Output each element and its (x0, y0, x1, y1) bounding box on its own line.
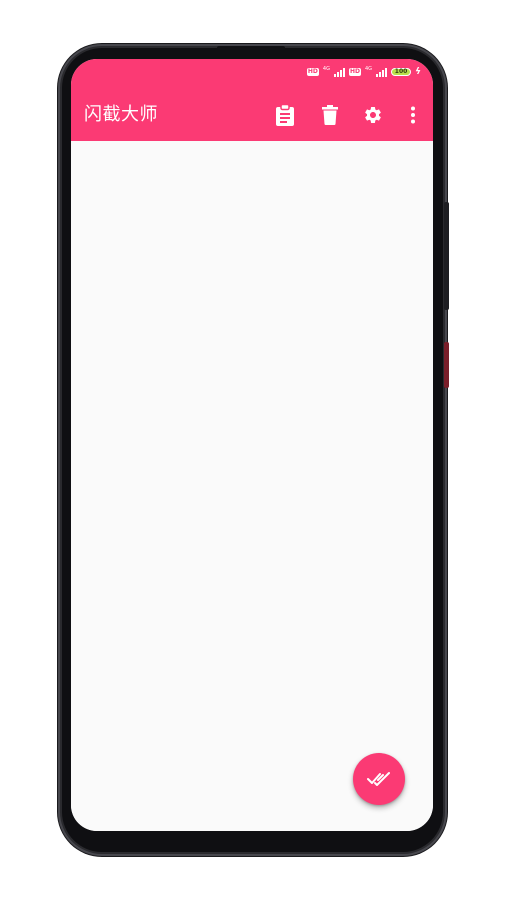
phone-screen: HD 4G HD 4G 100 ϟ 闪截大师 (71, 59, 433, 831)
more-options-button[interactable] (399, 101, 427, 129)
app-title: 闪截大师 (84, 104, 158, 125)
settings-gear-icon (365, 107, 381, 123)
status-icons: HD 4G HD 4G 100 ϟ (306, 66, 421, 78)
delete-button[interactable] (316, 101, 344, 129)
delete-icon (322, 105, 338, 125)
sim2-signal-icon (376, 67, 388, 77)
volume-button (444, 342, 449, 388)
status-bar: HD 4G HD 4G 100 ϟ (71, 59, 433, 83)
app-bar: HD 4G HD 4G 100 ϟ 闪截大师 (71, 59, 433, 141)
battery-icon: 100 (391, 68, 412, 76)
power-button (444, 202, 449, 310)
clipboard-icon (276, 104, 294, 126)
charging-icon: ϟ (415, 66, 421, 77)
sim1-hd-badge: HD (306, 68, 319, 76)
settings-button[interactable] (359, 101, 387, 129)
clipboard-button[interactable] (271, 101, 299, 129)
sim1-network-label: 4G (322, 66, 330, 72)
sim2-network-label: 4G (365, 66, 373, 72)
more-vertical-icon (411, 106, 415, 124)
double-check-icon (367, 772, 390, 786)
sim2-hd-badge: HD (348, 68, 361, 76)
main-content-area (71, 141, 433, 831)
earpiece-slot (217, 46, 285, 50)
sim1-signal-icon (333, 67, 345, 77)
select-all-fab[interactable] (353, 753, 405, 805)
